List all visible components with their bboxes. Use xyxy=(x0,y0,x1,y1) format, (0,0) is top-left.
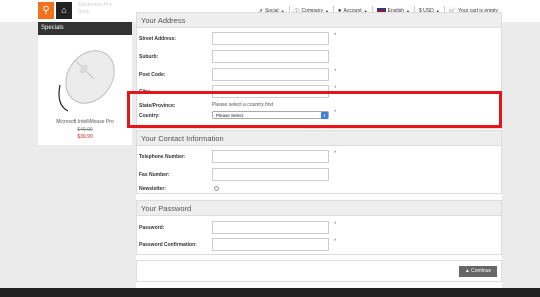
newsletter-label: Newsletter: xyxy=(139,186,166,192)
required-mark: * xyxy=(334,69,337,75)
actions-panel: ▲ Continue xyxy=(136,260,502,282)
suburb-label: Suburb: xyxy=(139,54,159,60)
password-confirm-row: Password Confirmation: * xyxy=(137,238,503,252)
required-mark: * xyxy=(334,33,337,39)
product-new-price: $39.99 xyxy=(77,134,93,140)
required-mark: * xyxy=(334,239,337,245)
special-product-card[interactable]: Microsoft IntelliMouse Pro $49.99 $39.99 xyxy=(38,35,132,145)
telephone-input[interactable] xyxy=(212,150,329,163)
product-image[interactable] xyxy=(54,45,116,115)
fax-row: Fax Number: xyxy=(137,168,503,182)
postcode-input[interactable] xyxy=(212,68,329,81)
password-panel-title: Your Password xyxy=(137,201,501,216)
required-mark: * xyxy=(334,151,337,157)
continue-button[interactable]: ▲ Continue xyxy=(459,266,497,277)
product-old-price: $49.99 xyxy=(77,127,93,133)
store-name: Electronics Pro Shop xyxy=(78,2,112,16)
password-confirm-input[interactable] xyxy=(212,238,329,251)
fax-input[interactable] xyxy=(212,168,329,181)
street-address-input[interactable] xyxy=(212,32,329,45)
postcode-row: Post Code: * xyxy=(137,68,503,82)
store-name-line1: Electronics Pro xyxy=(78,2,112,8)
postcode-label: Post Code: xyxy=(139,72,166,78)
newsletter-checkbox[interactable] xyxy=(214,186,219,191)
specials-heading: Specials xyxy=(38,22,132,35)
footer-bar xyxy=(0,288,540,297)
street-label: Street Address: xyxy=(139,36,177,42)
contact-panel-title: Your Contact Information xyxy=(137,131,501,146)
address-panel-title: Your Address xyxy=(137,13,501,28)
street-row: Street Address: * xyxy=(137,32,503,46)
continue-icon: ▲ xyxy=(464,268,470,274)
contact-panel: Your Contact Information Telephone Numbe… xyxy=(136,130,502,194)
newsletter-row: Newsletter: xyxy=(137,182,503,196)
store-name-line2: Shop xyxy=(78,9,90,15)
password-row: Password: * xyxy=(137,221,503,235)
suburb-input[interactable] xyxy=(212,50,329,63)
search-icon[interactable]: ⚲ xyxy=(38,2,54,19)
home-icon[interactable]: ⌂ xyxy=(56,2,72,19)
password-input[interactable] xyxy=(212,221,329,234)
continue-label: Continue xyxy=(471,268,492,274)
required-mark: * xyxy=(334,222,337,228)
fax-label: Fax Number: xyxy=(139,172,170,178)
suburb-row: Suburb: xyxy=(137,50,503,64)
telephone-row: Telephone Number: * xyxy=(137,150,503,164)
highlight-box xyxy=(127,91,502,128)
password-label: Password: xyxy=(139,225,165,231)
product-name[interactable]: Microsoft IntelliMouse Pro xyxy=(38,119,132,125)
password-confirm-label: Password Confirmation: xyxy=(139,242,197,248)
password-panel: Your Password Password: * Password Confi… xyxy=(136,200,502,255)
telephone-label: Telephone Number: xyxy=(139,154,186,160)
